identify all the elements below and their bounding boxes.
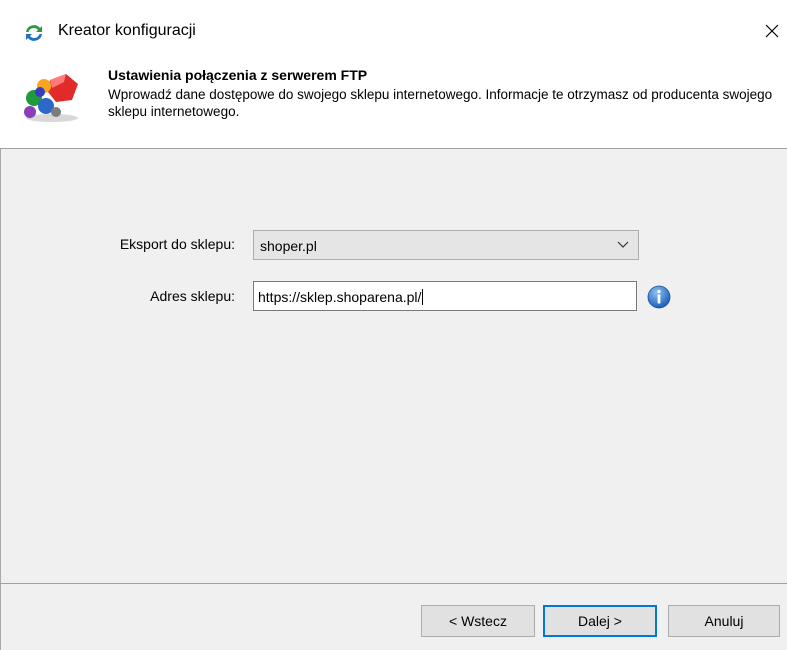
next-button[interactable]: Dalej > <box>543 605 657 637</box>
export-select[interactable]: shoper.pl <box>253 230 639 260</box>
chevron-down-icon <box>617 241 629 248</box>
cancel-button[interactable]: Anuluj <box>668 605 780 637</box>
address-input-value: https://sklep.shoparena.pl/ <box>258 289 424 305</box>
info-icon[interactable] <box>647 285 671 309</box>
window-title: Kreator konfiguracji <box>58 22 196 39</box>
text-caret <box>422 289 424 305</box>
wizard-header: Ustawienia połączenia z serwerem FTP Wpr… <box>0 62 787 147</box>
refresh-arrows-icon <box>26 25 42 41</box>
header-title: Ustawienia połączenia z serwerem FTP <box>108 67 368 83</box>
button-bar: < Wstecz Dalej > Anuluj <box>0 584 787 650</box>
back-button[interactable]: < Wstecz <box>421 605 535 637</box>
form-panel: Eksport do sklepu: shoper.pl Adres sklep… <box>0 149 787 583</box>
close-button[interactable] <box>758 16 786 46</box>
wizard-window: Kreator konfiguracji Ustawienia połączen… <box>0 0 787 650</box>
title-bar: Kreator konfiguracji <box>0 0 787 62</box>
header-description: Wprowadź dane dostępowe do swojego sklep… <box>108 87 773 119</box>
close-icon <box>765 24 779 38</box>
address-label: Adres sklepu: <box>150 288 235 304</box>
address-input[interactable]: https://sklep.shoparena.pl/ <box>253 281 637 311</box>
wizard-shapes-icon <box>24 74 78 122</box>
export-label: Eksport do sklepu: <box>119 236 235 252</box>
export-select-value: shoper.pl <box>260 238 317 254</box>
